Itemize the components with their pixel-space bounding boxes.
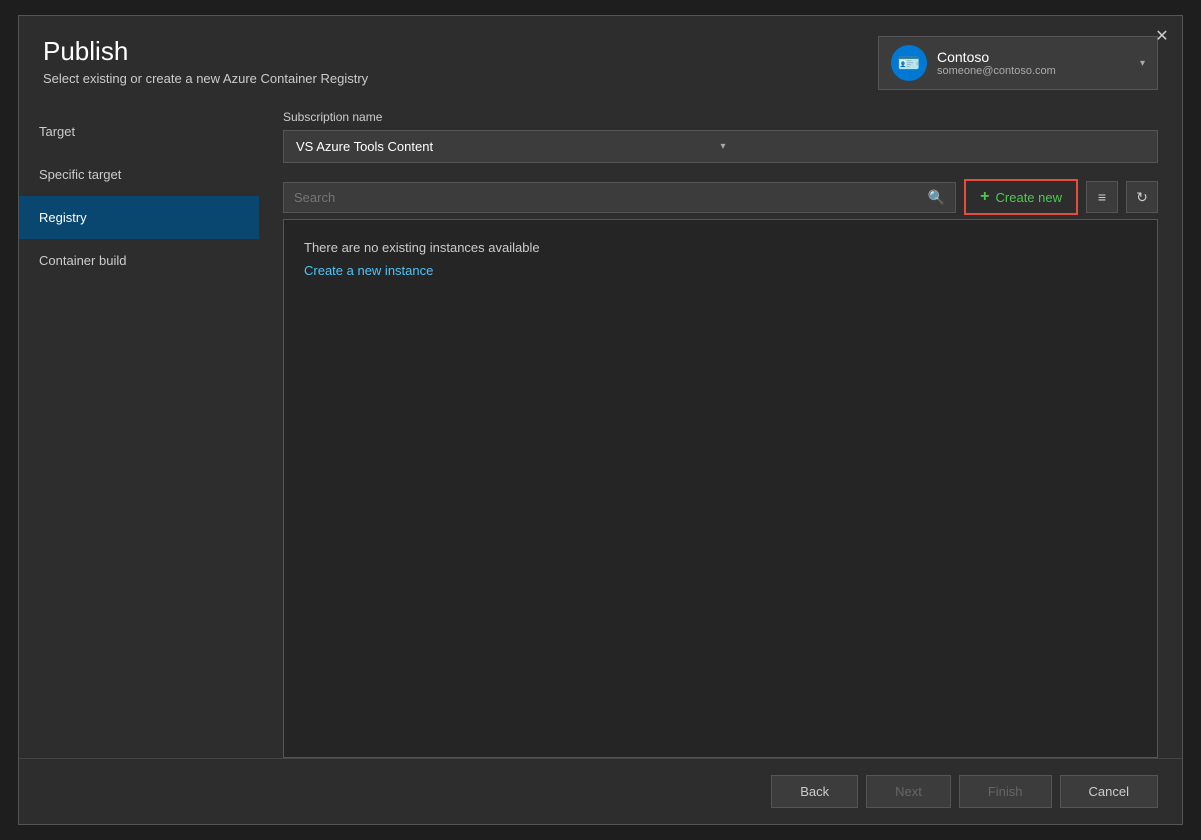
subscription-dropdown[interactable]: VS Azure Tools Content ▾ (283, 130, 1158, 163)
dialog-subtitle: Select existing or create a new Azure Co… (43, 71, 368, 86)
sort-button[interactable]: ≡ (1086, 181, 1118, 213)
instance-list: There are no existing instances availabl… (283, 219, 1158, 758)
publish-dialog: ✕ Publish Select existing or create a ne… (18, 15, 1183, 825)
empty-message: There are no existing instances availabl… (304, 240, 1137, 255)
account-section[interactable]: 🪪 Contoso someone@contoso.com ▾ (878, 36, 1158, 90)
main-content: Subscription name VS Azure Tools Content… (259, 110, 1182, 758)
sidebar-item-label: Container build (39, 253, 126, 268)
refresh-icon: ↻ (1136, 189, 1148, 206)
dialog-title: Publish (43, 36, 368, 67)
sidebar: Target Specific target Registry Containe… (19, 110, 259, 758)
create-new-instance-link[interactable]: Create a new instance (304, 263, 1137, 278)
account-name: Contoso (937, 49, 1056, 65)
subscription-chevron-icon: ▾ (721, 141, 1146, 152)
content-area: Target Specific target Registry Containe… (19, 110, 1182, 758)
toolbar-row: 🔍 + Create new ≡ ↻ (283, 179, 1158, 215)
account-info: Contoso someone@contoso.com (937, 49, 1056, 77)
sidebar-item-label: Target (39, 124, 75, 139)
sort-icon: ≡ (1098, 189, 1106, 205)
sidebar-item-target[interactable]: Target (19, 110, 259, 153)
create-new-button[interactable]: + Create new (964, 179, 1078, 215)
sidebar-item-specific-target[interactable]: Specific target (19, 153, 259, 196)
finish-button[interactable]: Finish (959, 775, 1052, 808)
title-bar: Publish Select existing or create a new … (19, 16, 1182, 90)
footer: Back Next Finish Cancel (19, 758, 1182, 824)
back-button[interactable]: Back (771, 775, 858, 808)
account-dropdown-icon: ▾ (1140, 58, 1145, 69)
sidebar-item-label: Specific target (39, 167, 121, 182)
next-button[interactable]: Next (866, 775, 951, 808)
sidebar-item-label: Registry (39, 210, 87, 225)
plus-icon: + (980, 188, 989, 206)
subscription-label: Subscription name (283, 110, 1158, 124)
avatar-icon: 🪪 (898, 53, 920, 74)
sidebar-item-registry[interactable]: Registry (19, 196, 259, 239)
account-email: someone@contoso.com (937, 65, 1056, 77)
subscription-value: VS Azure Tools Content (296, 139, 721, 154)
search-input[interactable] (294, 190, 920, 205)
create-new-label: Create new (996, 190, 1062, 205)
refresh-button[interactable]: ↻ (1126, 181, 1158, 213)
search-box[interactable]: 🔍 (283, 182, 956, 213)
cancel-button[interactable]: Cancel (1060, 775, 1158, 808)
title-section: Publish Select existing or create a new … (43, 36, 368, 86)
search-icon: 🔍 (928, 189, 945, 206)
close-button[interactable]: ✕ (1150, 24, 1174, 48)
account-avatar: 🪪 (891, 45, 927, 81)
sidebar-item-container-build[interactable]: Container build (19, 239, 259, 282)
